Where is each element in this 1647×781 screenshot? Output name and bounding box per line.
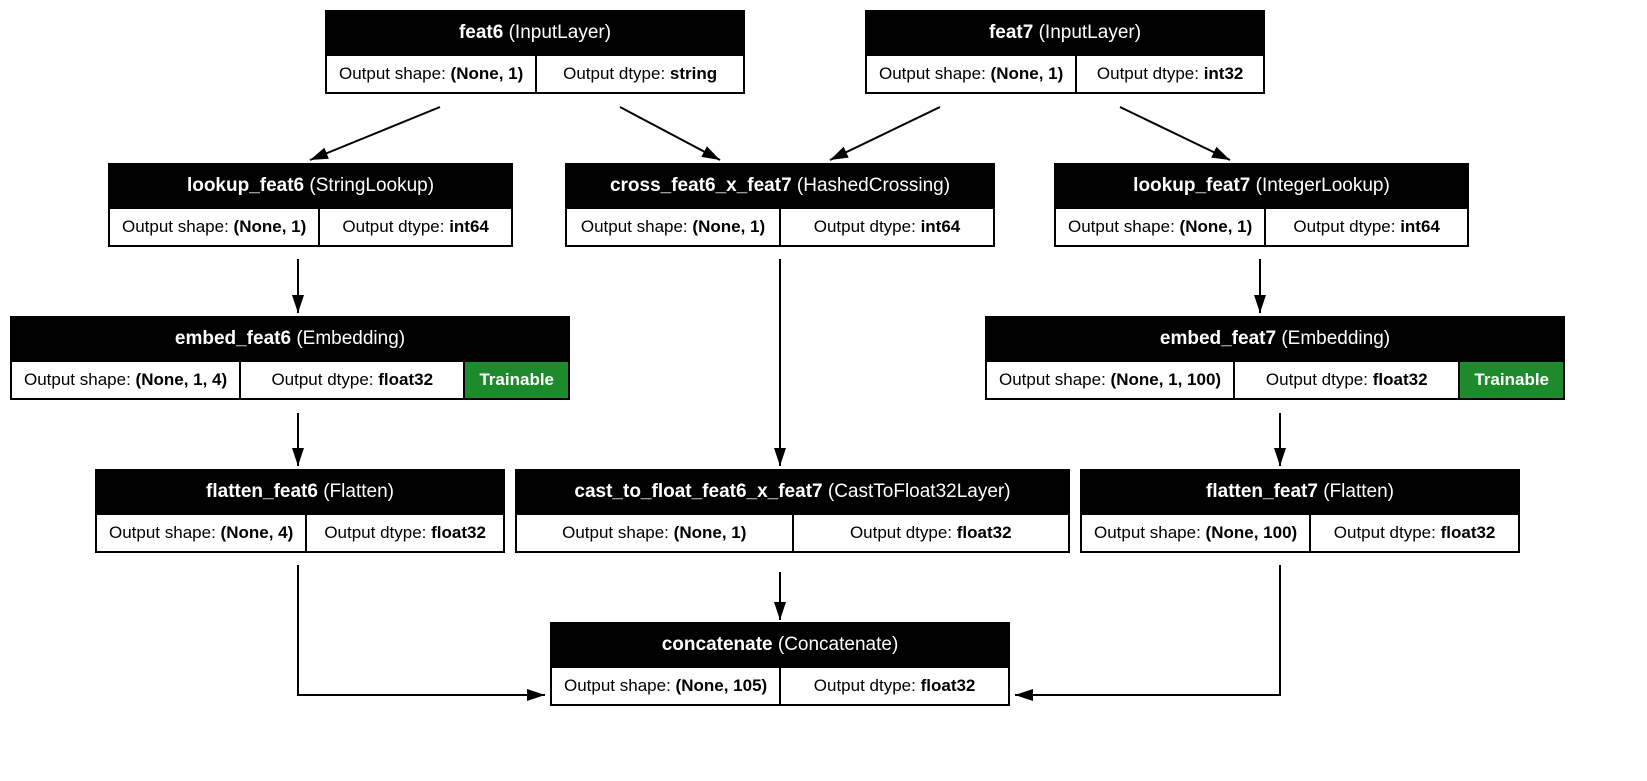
trainable-badge: Trainable <box>463 360 568 398</box>
output-shape-cell: Output shape: (None, 1, 4) <box>12 360 239 398</box>
output-shape-cell: Output shape: (None, 1) <box>517 513 792 551</box>
output-shape-cell: Output shape: (None, 1) <box>110 207 318 245</box>
output-dtype-cell: Output dtype: float32 <box>1309 513 1518 551</box>
output-shape-cell: Output shape: (None, 1) <box>567 207 779 245</box>
node-lookup-feat7: lookup_feat7 (IntegerLookup) Output shap… <box>1054 163 1469 247</box>
node-header: cast_to_float_feat6_x_feat7 (CastToFloat… <box>517 471 1068 513</box>
node-header: lookup_feat7 (IntegerLookup) <box>1056 165 1467 207</box>
node-feat7: feat7 (InputLayer) Output shape: (None, … <box>865 10 1265 94</box>
output-shape-cell: Output shape: (None, 1, 100) <box>987 360 1233 398</box>
trainable-badge: Trainable <box>1458 360 1563 398</box>
output-dtype-cell: Output dtype: float32 <box>305 513 503 551</box>
output-dtype-cell: Output dtype: int64 <box>779 207 993 245</box>
output-dtype-cell: Output dtype: int64 <box>318 207 511 245</box>
node-header: concatenate (Concatenate) <box>552 624 1008 666</box>
output-dtype-cell: Output dtype: int64 <box>1264 207 1467 245</box>
node-flatten-feat7: flatten_feat7 (Flatten) Output shape: (N… <box>1080 469 1520 553</box>
node-header: lookup_feat6 (StringLookup) <box>110 165 511 207</box>
output-shape-cell: Output shape: (None, 4) <box>97 513 305 551</box>
node-header: embed_feat7 (Embedding) <box>987 318 1563 360</box>
output-shape-cell: Output shape: (None, 1) <box>867 54 1075 92</box>
node-flatten-feat6: flatten_feat6 (Flatten) Output shape: (N… <box>95 469 505 553</box>
node-concatenate: concatenate (Concatenate) Output shape: … <box>550 622 1010 706</box>
node-header: feat6 (InputLayer) <box>327 12 743 54</box>
node-header: flatten_feat7 (Flatten) <box>1082 471 1518 513</box>
node-cross: cross_feat6_x_feat7 (HashedCrossing) Out… <box>565 163 995 247</box>
node-cast: cast_to_float_feat6_x_feat7 (CastToFloat… <box>515 469 1070 553</box>
node-embed-feat6: embed_feat6 (Embedding) Output shape: (N… <box>10 316 570 400</box>
output-shape-cell: Output shape: (None, 1) <box>327 54 535 92</box>
node-embed-feat7: embed_feat7 (Embedding) Output shape: (N… <box>985 316 1565 400</box>
output-dtype-cell: Output dtype: float32 <box>239 360 463 398</box>
output-shape-cell: Output shape: (None, 105) <box>552 666 779 704</box>
output-dtype-cell: Output dtype: float32 <box>792 513 1069 551</box>
output-dtype-cell: Output dtype: string <box>535 54 743 92</box>
output-shape-cell: Output shape: (None, 1) <box>1056 207 1264 245</box>
node-header: feat7 (InputLayer) <box>867 12 1263 54</box>
output-dtype-cell: Output dtype: int32 <box>1075 54 1263 92</box>
node-header: flatten_feat6 (Flatten) <box>97 471 503 513</box>
node-feat6: feat6 (InputLayer) Output shape: (None, … <box>325 10 745 94</box>
output-dtype-cell: Output dtype: float32 <box>779 666 1008 704</box>
node-header: cross_feat6_x_feat7 (HashedCrossing) <box>567 165 993 207</box>
output-shape-cell: Output shape: (None, 100) <box>1082 513 1309 551</box>
node-header: embed_feat6 (Embedding) <box>12 318 568 360</box>
node-lookup-feat6: lookup_feat6 (StringLookup) Output shape… <box>108 163 513 247</box>
output-dtype-cell: Output dtype: float32 <box>1233 360 1458 398</box>
